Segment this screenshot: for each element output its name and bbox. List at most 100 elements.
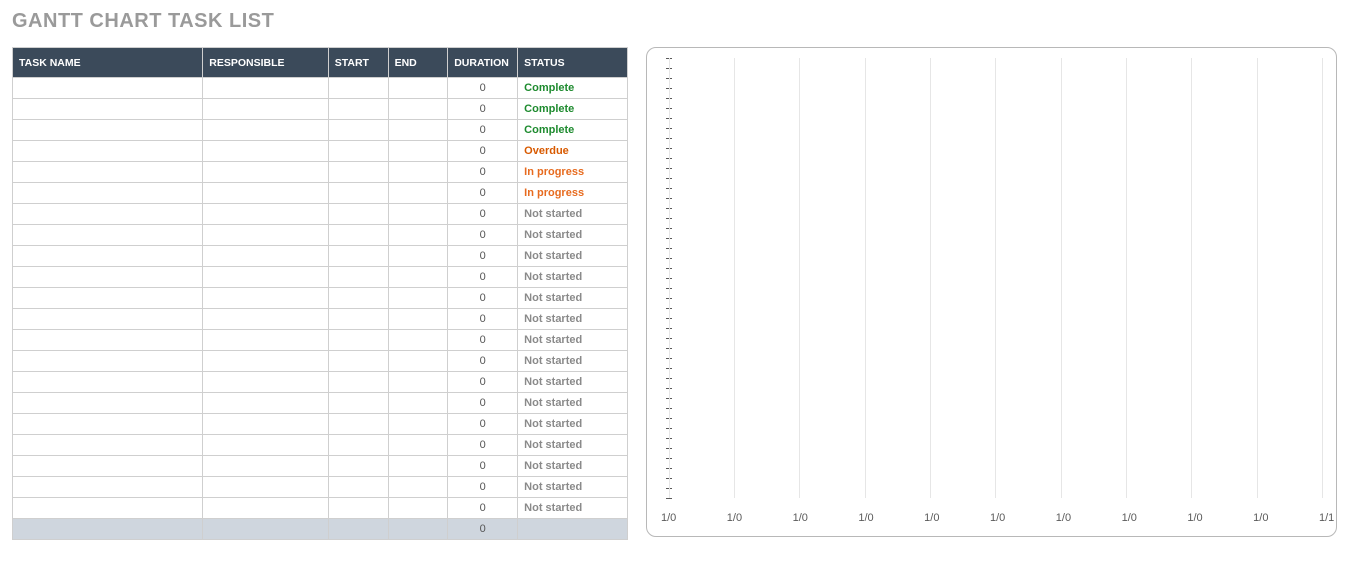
- status-cell[interactable]: Not started: [518, 498, 627, 519]
- start-cell[interactable]: [328, 351, 388, 372]
- responsible-cell[interactable]: [203, 393, 328, 414]
- status-cell[interactable]: Complete: [518, 120, 627, 141]
- status-cell[interactable]: Not started: [518, 435, 627, 456]
- start-cell[interactable]: [328, 372, 388, 393]
- task-name-cell[interactable]: [13, 351, 203, 372]
- responsible-cell[interactable]: [203, 120, 328, 141]
- table-row[interactable]: 0Not started: [13, 393, 628, 414]
- duration-cell[interactable]: 0: [448, 498, 518, 519]
- start-cell[interactable]: [328, 456, 388, 477]
- table-row[interactable]: 0In progress: [13, 183, 628, 204]
- end-cell[interactable]: [388, 204, 448, 225]
- task-name-cell[interactable]: [13, 246, 203, 267]
- task-name-cell[interactable]: [13, 477, 203, 498]
- duration-cell[interactable]: 0: [448, 435, 518, 456]
- duration-cell[interactable]: 0: [448, 456, 518, 477]
- start-cell[interactable]: [328, 204, 388, 225]
- status-cell[interactable]: Not started: [518, 351, 627, 372]
- task-name-cell[interactable]: [13, 309, 203, 330]
- start-cell[interactable]: [328, 225, 388, 246]
- table-row[interactable]: 0Not started: [13, 309, 628, 330]
- task-name-cell[interactable]: [13, 183, 203, 204]
- status-cell[interactable]: Not started: [518, 309, 627, 330]
- duration-cell[interactable]: 0: [448, 204, 518, 225]
- duration-cell[interactable]: 0: [448, 288, 518, 309]
- duration-cell[interactable]: 0: [448, 225, 518, 246]
- end-cell[interactable]: [388, 351, 448, 372]
- status-cell[interactable]: Complete: [518, 78, 627, 99]
- responsible-cell[interactable]: [203, 330, 328, 351]
- responsible-cell[interactable]: [203, 225, 328, 246]
- task-name-cell[interactable]: [13, 393, 203, 414]
- status-cell[interactable]: Not started: [518, 204, 627, 225]
- duration-cell[interactable]: 0: [448, 162, 518, 183]
- responsible-cell[interactable]: [203, 267, 328, 288]
- task-name-cell[interactable]: [13, 498, 203, 519]
- table-row[interactable]: 0Not started: [13, 288, 628, 309]
- end-cell[interactable]: [388, 246, 448, 267]
- duration-cell[interactable]: 0: [448, 267, 518, 288]
- duration-cell[interactable]: 0: [448, 351, 518, 372]
- table-row[interactable]: 0Not started: [13, 435, 628, 456]
- duration-cell[interactable]: 0: [448, 78, 518, 99]
- start-cell[interactable]: [328, 141, 388, 162]
- status-cell[interactable]: Not started: [518, 330, 627, 351]
- end-cell[interactable]: [388, 225, 448, 246]
- status-cell[interactable]: Not started: [518, 393, 627, 414]
- duration-cell[interactable]: 0: [448, 120, 518, 141]
- task-name-cell[interactable]: [13, 267, 203, 288]
- start-cell[interactable]: [328, 267, 388, 288]
- start-cell[interactable]: [328, 498, 388, 519]
- start-cell[interactable]: [328, 183, 388, 204]
- table-row[interactable]: 0Not started: [13, 414, 628, 435]
- table-row[interactable]: 0Not started: [13, 477, 628, 498]
- end-cell[interactable]: [388, 456, 448, 477]
- start-cell[interactable]: [328, 393, 388, 414]
- status-cell[interactable]: Not started: [518, 477, 627, 498]
- start-cell[interactable]: [328, 288, 388, 309]
- table-row[interactable]: 0Not started: [13, 225, 628, 246]
- duration-cell[interactable]: 0: [448, 309, 518, 330]
- table-row[interactable]: 0Not started: [13, 498, 628, 519]
- end-cell[interactable]: [388, 99, 448, 120]
- end-cell[interactable]: [388, 183, 448, 204]
- responsible-cell[interactable]: [203, 246, 328, 267]
- task-name-cell[interactable]: [13, 78, 203, 99]
- duration-cell[interactable]: 0: [448, 372, 518, 393]
- responsible-cell[interactable]: [203, 414, 328, 435]
- end-cell[interactable]: [388, 78, 448, 99]
- duration-cell[interactable]: 0: [448, 414, 518, 435]
- table-row[interactable]: 0Not started: [13, 330, 628, 351]
- end-cell[interactable]: [388, 477, 448, 498]
- end-cell[interactable]: [388, 330, 448, 351]
- duration-cell[interactable]: 0: [448, 393, 518, 414]
- start-cell[interactable]: [328, 435, 388, 456]
- end-cell[interactable]: [388, 267, 448, 288]
- end-cell[interactable]: [388, 372, 448, 393]
- end-cell[interactable]: [388, 498, 448, 519]
- end-cell[interactable]: [388, 288, 448, 309]
- duration-cell[interactable]: 0: [448, 330, 518, 351]
- task-name-cell[interactable]: [13, 225, 203, 246]
- end-cell[interactable]: [388, 309, 448, 330]
- status-cell[interactable]: In progress: [518, 162, 627, 183]
- start-cell[interactable]: [328, 246, 388, 267]
- table-row[interactable]: 0In progress: [13, 162, 628, 183]
- status-cell[interactable]: Not started: [518, 225, 627, 246]
- start-cell[interactable]: [328, 414, 388, 435]
- task-name-cell[interactable]: [13, 120, 203, 141]
- end-cell[interactable]: [388, 162, 448, 183]
- start-cell[interactable]: [328, 120, 388, 141]
- status-cell[interactable]: Overdue: [518, 141, 627, 162]
- end-cell[interactable]: [388, 435, 448, 456]
- end-cell[interactable]: [388, 120, 448, 141]
- table-row[interactable]: 0Complete: [13, 120, 628, 141]
- duration-cell[interactable]: 0: [448, 477, 518, 498]
- responsible-cell[interactable]: [203, 351, 328, 372]
- table-row[interactable]: 0Complete: [13, 78, 628, 99]
- responsible-cell[interactable]: [203, 372, 328, 393]
- status-cell[interactable]: Not started: [518, 372, 627, 393]
- start-cell[interactable]: [328, 309, 388, 330]
- task-name-cell[interactable]: [13, 330, 203, 351]
- end-cell[interactable]: [388, 414, 448, 435]
